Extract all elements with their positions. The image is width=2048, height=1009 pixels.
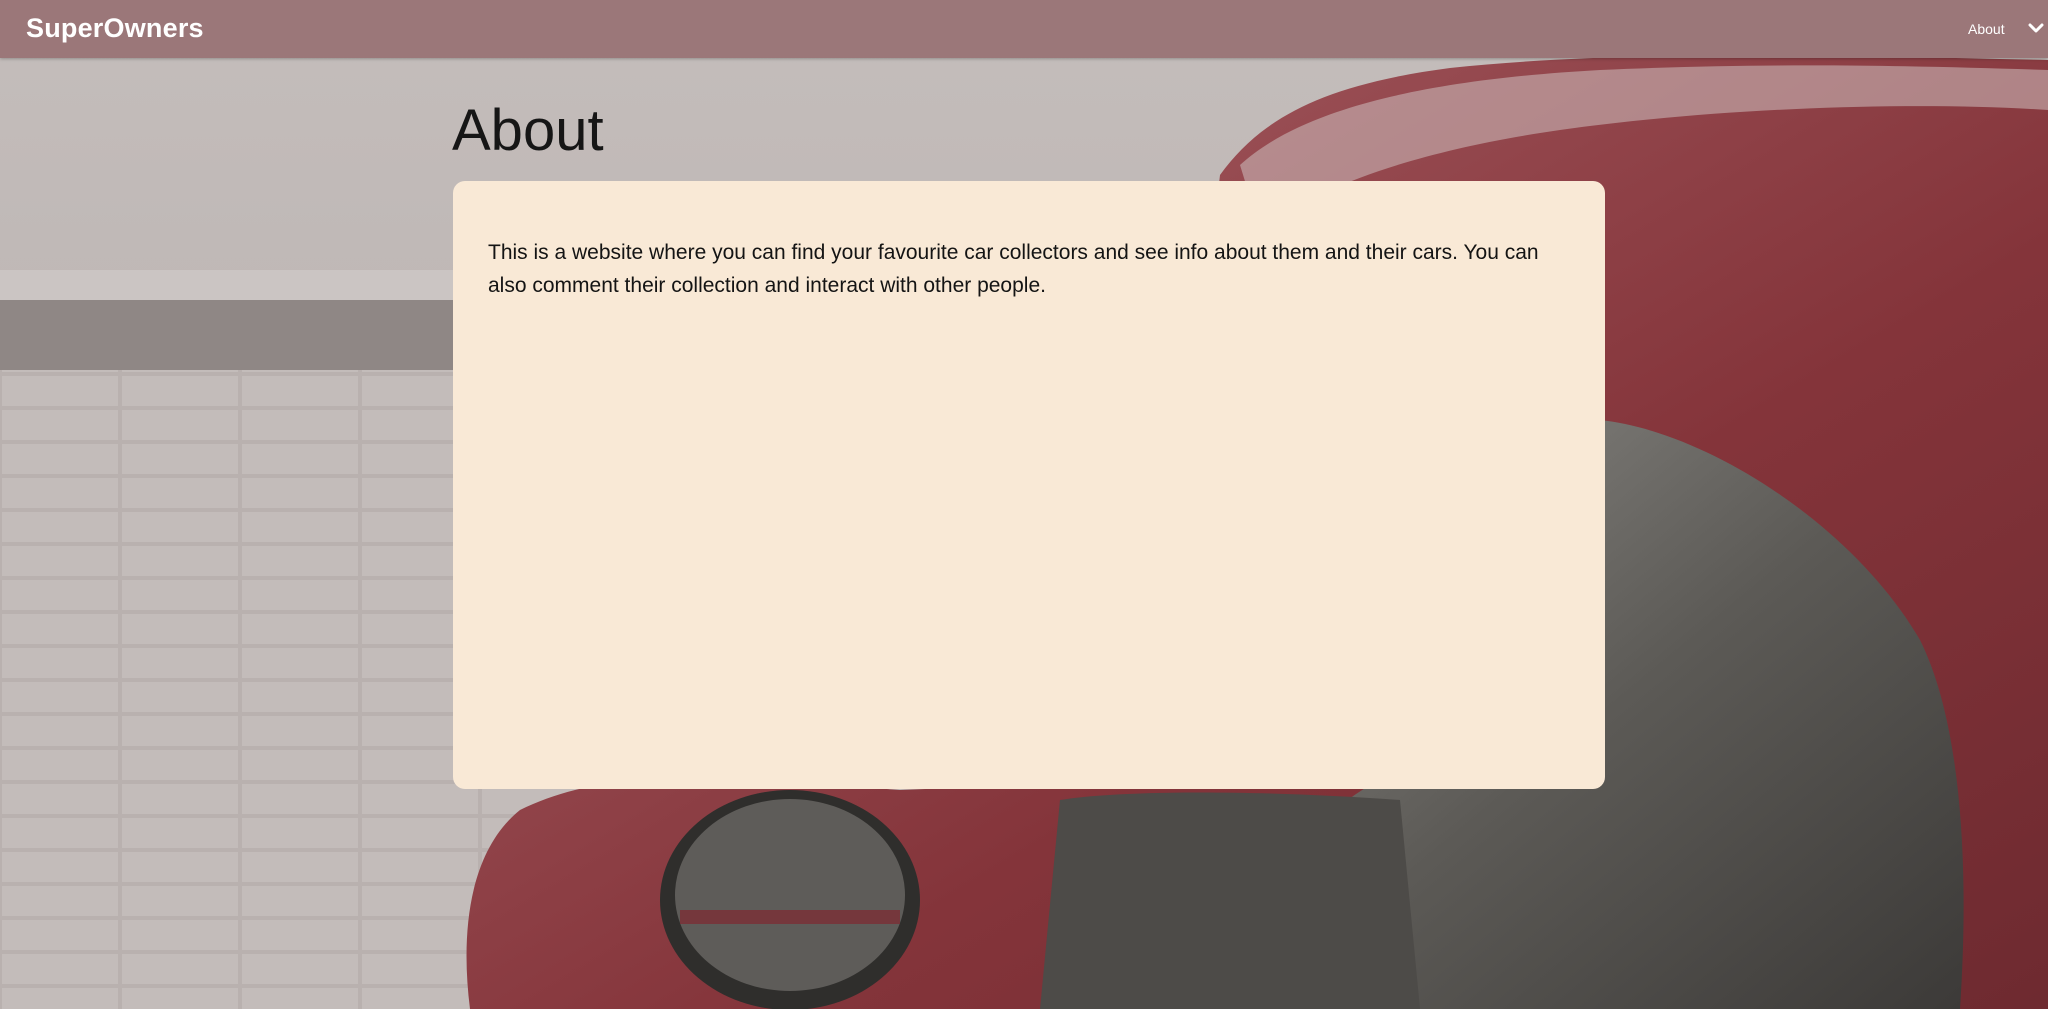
- chevron-down-icon[interactable]: [2028, 20, 2048, 38]
- brand-logo-link[interactable]: SuperOwners: [26, 13, 204, 44]
- nav-link-about[interactable]: About: [1968, 21, 2005, 37]
- page: SuperOwners About About This is a websit…: [0, 0, 2048, 1009]
- page-title: About: [452, 98, 604, 163]
- top-navbar: SuperOwners About: [0, 0, 2048, 58]
- about-card: This is a website where you can find you…: [453, 181, 1605, 789]
- about-description: This is a website where you can find you…: [488, 241, 1539, 297]
